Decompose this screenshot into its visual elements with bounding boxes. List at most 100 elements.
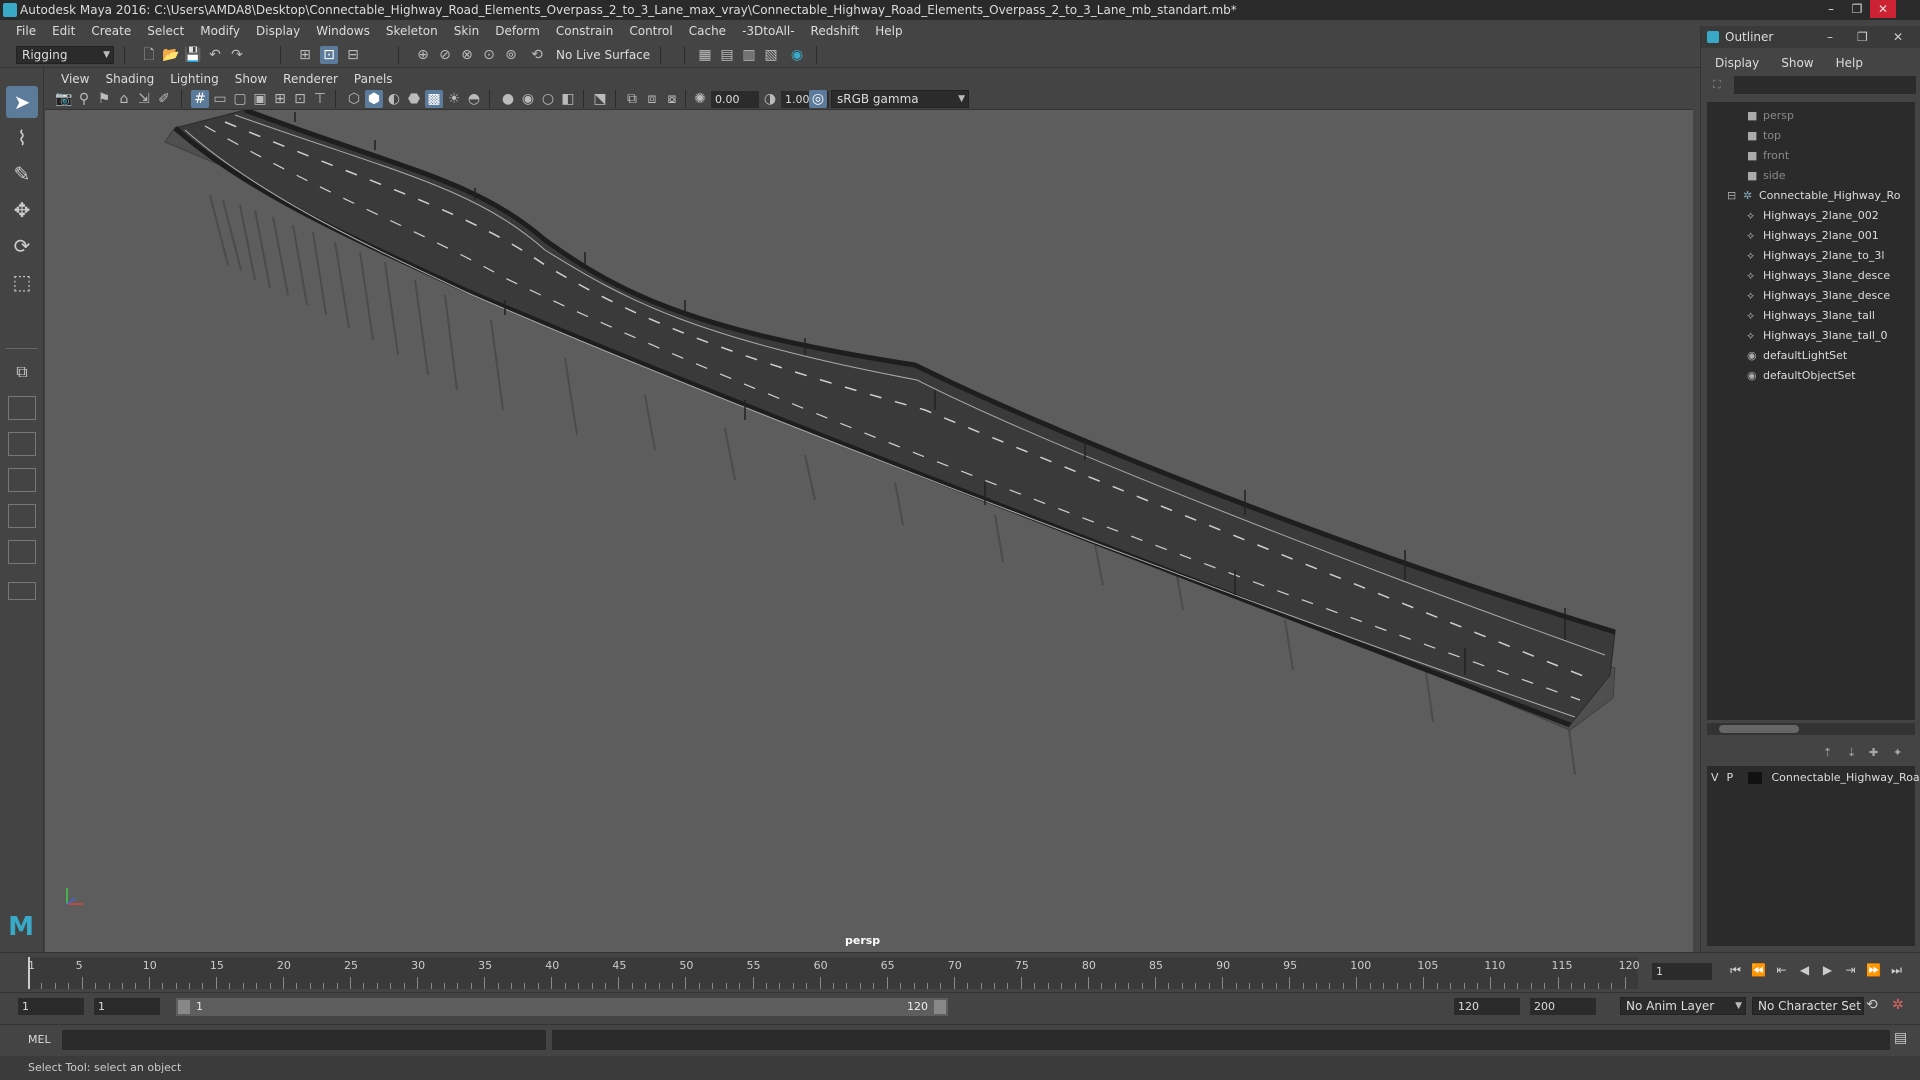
command-input[interactable]	[62, 1030, 546, 1050]
new-layer-icon[interactable]: ✚	[1869, 746, 1878, 759]
layout-collapse-icon[interactable]	[8, 582, 36, 600]
go-to-end-icon[interactable]: ⏭	[1885, 963, 1908, 978]
range-start-handle[interactable]	[178, 1000, 190, 1014]
snap-surface-icon[interactable]: ⊚	[502, 46, 520, 64]
restore-icon[interactable]: ❐	[1857, 26, 1868, 48]
layer-playback-toggle[interactable]: P	[1727, 768, 1745, 788]
character-set-dropdown[interactable]: No Character Set	[1752, 997, 1864, 1015]
outliner-item-front[interactable]: ■ front	[1747, 146, 1789, 166]
move-layer-down-icon[interactable]: ⇣	[1847, 746, 1856, 759]
minimize-icon[interactable]: –	[1827, 26, 1833, 48]
play-forward-icon[interactable]: ▶	[1816, 963, 1839, 978]
outliner-horizontal-scrollbar[interactable]	[1707, 723, 1915, 735]
step-forward-icon[interactable]: ⏩	[1862, 963, 1885, 978]
snap-view-plane-icon[interactable]: ⊙	[480, 46, 498, 64]
restore-icon[interactable]: ❐	[1844, 0, 1870, 18]
go-to-start-icon[interactable]: ⏮	[1724, 963, 1747, 978]
wireframe-icon[interactable]: ⬡	[345, 90, 363, 108]
outliner-item-default-light-set[interactable]: ◉ defaultLightSet	[1747, 346, 1847, 366]
view-transform-dropdown[interactable]: sRGB gamma ▼	[831, 90, 969, 108]
layer-row[interactable]: V P Connectable_Highway_Road	[1711, 768, 1920, 788]
menu-constrain[interactable]: Constrain	[548, 24, 622, 38]
layer-color-swatch[interactable]	[1748, 772, 1762, 784]
outliner-item-default-object-set[interactable]: ◉ defaultObjectSet	[1747, 366, 1856, 386]
shadows-icon[interactable]: ◓	[465, 90, 483, 108]
menu-skeleton[interactable]: Skeleton	[378, 24, 446, 38]
field-chart-icon[interactable]: ⊞	[271, 90, 289, 108]
make-live-icon[interactable]: ⟲	[528, 46, 546, 64]
xray-joints-icon[interactable]: ⧈	[643, 90, 661, 108]
exposure-field[interactable]: 0.00	[711, 91, 759, 108]
paint-select-tool-icon[interactable]: ✎	[6, 158, 38, 190]
close-icon[interactable]: ✕	[1893, 26, 1903, 48]
xray-icon[interactable]: ⧉	[623, 90, 641, 108]
collapse-icon[interactable]: ⊟	[1727, 186, 1743, 206]
outliner-item-child[interactable]: ⟡ Highways_3lane_desce	[1747, 286, 1890, 306]
outliner-item-child[interactable]: ⟡ Highways_3lane_desce	[1747, 266, 1890, 286]
layer-visibility-toggle[interactable]: V	[1711, 768, 1723, 788]
layout-four-view-icon[interactable]	[8, 396, 36, 420]
range-slider[interactable]: 1 120	[176, 998, 948, 1016]
outliner-item-child[interactable]: ⟡ Highways_2lane_001	[1747, 226, 1879, 246]
undo-icon[interactable]: ↶	[206, 46, 224, 64]
close-icon[interactable]: ✕	[1870, 0, 1896, 18]
depth-of-field-icon[interactable]: ◧	[559, 90, 577, 108]
filter-icon[interactable]: ⛶	[1713, 78, 1721, 92]
layout-two-view-icon[interactable]	[8, 432, 36, 456]
play-backward-icon[interactable]: ◀	[1793, 963, 1816, 978]
screen-space-ao-icon[interactable]: ●	[499, 90, 517, 108]
show-manipulator-icon[interactable]: ⧉	[6, 356, 38, 388]
rotate-tool-icon[interactable]: ⟳	[6, 230, 38, 262]
preferences-icon[interactable]: ✲	[1892, 997, 1904, 1013]
select-object-icon[interactable]: ⊡	[320, 46, 338, 64]
snap-curve-icon[interactable]: ⊘	[436, 46, 454, 64]
lasso-tool-icon[interactable]: ⌇	[6, 122, 38, 154]
viewport-menu-show[interactable]: Show	[227, 72, 275, 86]
new-scene-icon[interactable]: 🗋	[140, 46, 158, 64]
use-all-lights-icon[interactable]: ☀	[445, 90, 463, 108]
2d-pan-zoom-icon[interactable]: ⇲	[135, 90, 153, 108]
outliner-item-side[interactable]: ■ side	[1747, 166, 1786, 186]
textured-icon[interactable]: ▩	[425, 90, 443, 108]
redo-icon[interactable]: ↷	[228, 46, 246, 64]
gate-mask-icon[interactable]: ▣	[251, 90, 269, 108]
outliner-menu-help[interactable]: Help	[1836, 56, 1885, 74]
script-editor-icon[interactable]: ▤	[1894, 1030, 1907, 1046]
step-back-key-icon[interactable]: ⇤	[1770, 963, 1793, 978]
motion-blur-icon[interactable]: ◉	[519, 90, 537, 108]
layout-outliner-persp-icon[interactable]	[8, 468, 36, 492]
menu-3dtoall[interactable]: -3DtoAll-	[734, 24, 802, 38]
anim-layer-dropdown[interactable]: No Anim Layer ▼	[1620, 997, 1746, 1015]
viewport-menu-view[interactable]: View	[53, 72, 97, 86]
hypershade-icon[interactable]: ◉	[788, 46, 806, 64]
menu-select[interactable]: Select	[139, 24, 192, 38]
safe-action-icon[interactable]: ⊡	[291, 90, 309, 108]
outliner-item-child[interactable]: ⟡ Highways_3lane_tall	[1747, 306, 1875, 326]
step-back-icon[interactable]: ⏪	[1747, 963, 1770, 978]
animation-start-field[interactable]: 1	[18, 998, 84, 1015]
snap-point-icon[interactable]: ⊗	[458, 46, 476, 64]
select-component-icon[interactable]: ⊟	[344, 46, 362, 64]
outliner-item-persp[interactable]: ■ persp	[1747, 106, 1794, 126]
outliner-item-child[interactable]: ⟡ Highways_3lane_tall_0	[1747, 326, 1887, 346]
save-scene-icon[interactable]: 💾	[184, 46, 202, 64]
animation-end-field[interactable]: 200	[1530, 998, 1596, 1015]
image-plane-icon[interactable]: ⌂	[115, 90, 133, 108]
menu-modify[interactable]: Modify	[192, 24, 248, 38]
move-layer-up-icon[interactable]: ⇡	[1823, 746, 1832, 759]
default-material-icon[interactable]: ◐	[385, 90, 403, 108]
viewport-menu-panels[interactable]: Panels	[346, 72, 401, 86]
menu-edit[interactable]: Edit	[44, 24, 83, 38]
open-scene-icon[interactable]: 📂	[162, 46, 180, 64]
render-settings-icon[interactable]: ▦	[696, 46, 714, 64]
outliner-menu-show[interactable]: Show	[1781, 56, 1835, 74]
range-end-handle[interactable]	[934, 1000, 946, 1014]
exposure-icon[interactable]: ✺	[691, 90, 709, 108]
gamma-icon[interactable]: ◑	[761, 90, 779, 108]
snap-grid-icon[interactable]: ⊕	[414, 46, 432, 64]
scrollbar-thumb[interactable]	[1719, 725, 1799, 733]
menu-windows[interactable]: Windows	[308, 24, 378, 38]
menu-deform[interactable]: Deform	[487, 24, 548, 38]
current-frame-field[interactable]: 1	[1652, 963, 1712, 980]
menu-redshift[interactable]: Redshift	[803, 24, 868, 38]
